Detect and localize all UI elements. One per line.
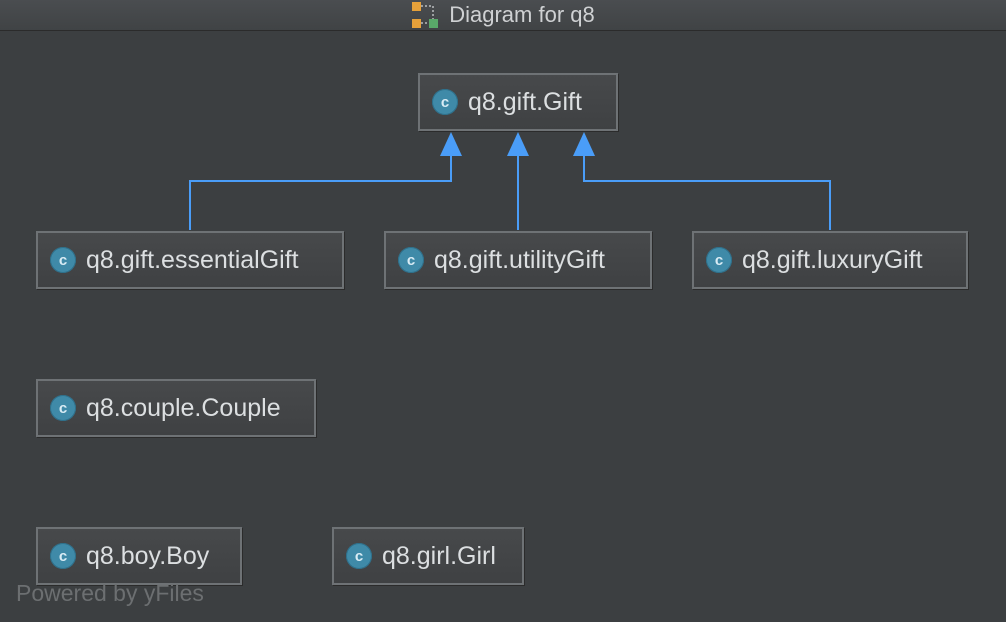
diagram-window: Diagram for q8 c q8.gift.Gift c q8.gift.… — [0, 0, 1006, 622]
edge-essential-to-gift[interactable] — [189, 132, 462, 230]
class-icon: c — [50, 395, 76, 421]
inheritance-arrowhead-icon — [573, 132, 595, 156]
edge-utility-to-gift[interactable] — [507, 132, 529, 230]
edge-luxury-to-gift[interactable] — [573, 132, 831, 230]
class-node-label: q8.gift.Gift — [468, 87, 582, 116]
class-node-gift[interactable]: c q8.gift.Gift — [418, 73, 618, 131]
class-node-label: q8.gift.luxuryGift — [742, 245, 923, 274]
window-title: Diagram for q8 — [449, 2, 595, 27]
class-node-label: q8.gift.essentialGift — [86, 245, 299, 274]
inheritance-arrowhead-icon — [507, 132, 529, 156]
yfiles-watermark: Powered by yFiles — [16, 580, 204, 606]
class-node-essential-gift[interactable]: c q8.gift.essentialGift — [36, 231, 344, 289]
class-node-luxury-gift[interactable]: c q8.gift.luxuryGift — [692, 231, 968, 289]
diagram-icon — [411, 1, 439, 29]
class-node-couple[interactable]: c q8.couple.Couple — [36, 379, 316, 437]
class-icon: c — [398, 247, 424, 273]
class-icon: c — [50, 247, 76, 273]
inheritance-arrowhead-icon — [440, 132, 462, 156]
class-icon: c — [50, 543, 76, 569]
class-node-label: q8.couple.Couple — [86, 393, 281, 422]
class-node-boy[interactable]: c q8.boy.Boy — [36, 527, 242, 585]
class-node-label: q8.gift.utilityGift — [434, 245, 605, 274]
title-bar: Diagram for q8 — [0, 0, 1006, 31]
class-node-utility-gift[interactable]: c q8.gift.utilityGift — [384, 231, 652, 289]
class-icon: c — [346, 543, 372, 569]
class-node-label: q8.girl.Girl — [382, 541, 496, 570]
class-node-label: q8.boy.Boy — [86, 541, 210, 570]
class-icon: c — [432, 89, 458, 115]
class-node-girl[interactable]: c q8.girl.Girl — [332, 527, 524, 585]
class-icon: c — [706, 247, 732, 273]
